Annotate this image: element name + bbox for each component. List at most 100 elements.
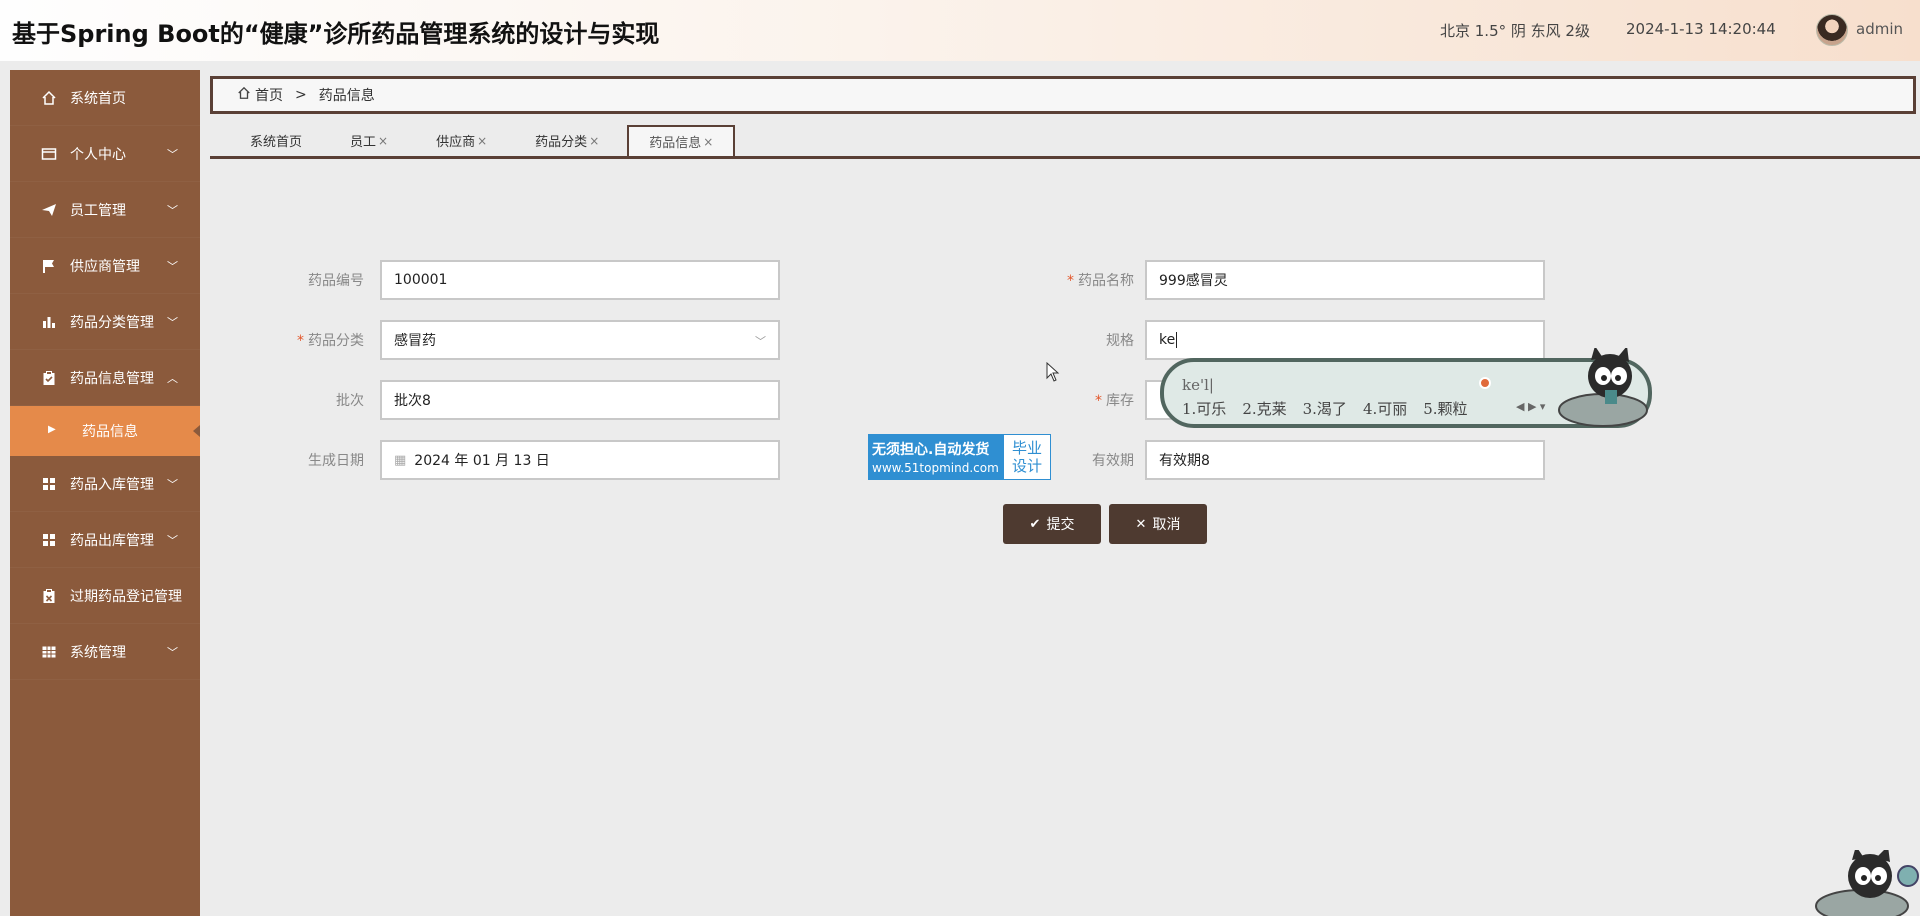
label-text: 库存 [1106, 393, 1134, 409]
ime-candidate[interactable]: 2.克莱 [1242, 400, 1286, 418]
tab-label: 系统首页 [250, 135, 303, 150]
ime-candidate[interactable]: 4.可丽 [1363, 400, 1407, 418]
sidebar-item-expired[interactable]: 过期药品登记管理 [10, 568, 200, 624]
grid-icon [40, 475, 58, 493]
tab-label: 员工 [350, 135, 377, 150]
sidebar-item-label: 个人中心 [70, 146, 126, 163]
close-icon[interactable]: × [477, 134, 487, 148]
spec-field[interactable]: ke [1145, 320, 1545, 360]
mascot-cat-icon [1815, 850, 1919, 916]
required-mark: * [1067, 273, 1074, 289]
drug-code-field[interactable]: 100001 [380, 260, 780, 300]
sidebar-item-profile[interactable]: 个人中心 ﹀ [10, 126, 200, 182]
chevron-down-icon: ﹀ [755, 335, 766, 348]
user-avatar[interactable] [1816, 14, 1848, 46]
sidebar-item-label: 供应商管理 [70, 258, 140, 275]
label-text: 生成日期 [308, 453, 364, 469]
sidebar-item-label: 员工管理 [70, 202, 126, 219]
label-text: 有效期 [1092, 453, 1134, 469]
drug-code-value: 100001 [394, 272, 448, 288]
chevron-down-icon: ﹀ [167, 646, 178, 659]
drug-name-value: 999感冒灵 [1159, 273, 1228, 289]
production-date-label: 生成日期 [244, 450, 364, 470]
batch-label: 批次 [244, 390, 364, 410]
label-text: 药品名称 [1078, 273, 1134, 289]
close-icon[interactable]: × [589, 134, 599, 148]
ad-badge: 毕业 设计 [1004, 435, 1050, 479]
drug-category-select[interactable]: 感冒药 ﹀ [380, 320, 780, 360]
drug-code-label: 药品编号 [244, 270, 364, 290]
sidebar: 系统首页 个人中心 ﹀ 员工管理 ﹀ 供应商管理 ﹀ 药品分类管理 ﹀ 药品信息… [10, 70, 200, 916]
tab-drug-info[interactable]: 药品信息 × [627, 125, 736, 156]
sidebar-item-stock-out[interactable]: 药品出库管理 ﹀ [10, 512, 200, 568]
expiry-value: 有效期8 [1159, 453, 1210, 469]
table-icon [40, 643, 58, 661]
ime-candidate[interactable]: 1.可乐 [1182, 400, 1226, 418]
ad-badge-line1: 毕业 [1011, 439, 1042, 457]
text-cursor [1176, 332, 1178, 348]
sidebar-item-drug-info[interactable]: 药品信息管理 ︿ [10, 350, 200, 406]
sidebar-item-label: 药品入库管理 [70, 476, 154, 493]
sidebar-item-home[interactable]: 系统首页 [10, 70, 200, 126]
active-indicator [193, 425, 200, 437]
breadcrumb-home[interactable]: 首页 [255, 85, 283, 105]
tab-label: 药品信息 [649, 136, 702, 151]
tab-drug-category[interactable]: 药品分类 × [515, 125, 619, 156]
chevron-down-icon: ﹀ [167, 204, 178, 217]
tab-home[interactable]: 系统首页 [230, 125, 322, 156]
sidebar-item-drug-category[interactable]: 药品分类管理 ﹀ [10, 294, 200, 350]
sidebar-item-staff[interactable]: 员工管理 ﹀ [10, 182, 200, 238]
home-icon [237, 86, 251, 104]
tab-staff[interactable]: 员工 × [330, 125, 408, 156]
weather-info: 北京 1.5° 阴 东风 2级 [1440, 22, 1590, 40]
batch-field[interactable]: 批次8 [380, 380, 780, 420]
production-date-picker[interactable]: ▦ 2024 年 01 月 13 日 [380, 440, 780, 480]
username[interactable]: admin [1856, 20, 1903, 38]
chevron-down-icon: ﹀ [167, 534, 178, 547]
mouse-cursor-icon [1046, 362, 1060, 382]
breadcrumb: 首页 > 药品信息 [210, 76, 1916, 114]
required-mark: * [297, 333, 304, 349]
ad-badge-line2: 设计 [1011, 457, 1042, 475]
ime-status-icon [1479, 377, 1491, 389]
breadcrumb-separator: > [295, 87, 307, 103]
check-icon: ✔ [1029, 516, 1041, 532]
close-icon: ✕ [1135, 516, 1147, 532]
expiry-field[interactable]: 有效期8 [1145, 440, 1545, 480]
ime-mascot-cat-icon [1558, 348, 1648, 427]
ime-candidate[interactable]: 5.颗粒 [1423, 400, 1467, 418]
submit-button[interactable]: ✔ 提交 [1003, 504, 1101, 544]
top-header: 基于Spring Boot的“健康”诊所药品管理系统的设计与实现 北京 1.5°… [0, 0, 1920, 61]
tab-label: 供应商 [436, 135, 476, 150]
sidebar-item-label: 药品出库管理 [70, 532, 154, 549]
ime-page-arrows-icon[interactable]: ◀ ▶ ▾ [1516, 400, 1545, 413]
stock-label: * 库存 [1014, 390, 1134, 410]
flag-icon [40, 257, 58, 275]
sidebar-item-system[interactable]: 系统管理 ﹀ [10, 624, 200, 680]
close-icon[interactable]: × [378, 134, 388, 148]
sidebar-subitem-drug-info[interactable]: ▶ 药品信息 [10, 406, 200, 456]
button-label: 提交 [1046, 517, 1075, 533]
spec-value: ke [1159, 332, 1176, 348]
drug-name-label: * 药品名称 [1014, 270, 1134, 290]
ime-candidate[interactable]: 3.渴了 [1303, 400, 1347, 418]
tab-label: 药品分类 [535, 135, 588, 150]
drug-name-field[interactable]: 999感冒灵 [1145, 260, 1545, 300]
chevron-down-icon: ﹀ [167, 478, 178, 491]
chevron-up-icon: ︿ [167, 372, 178, 385]
grid-icon [40, 531, 58, 549]
breadcrumb-current: 药品信息 [318, 88, 375, 104]
label-text: 药品分类 [308, 333, 364, 349]
app-title: 基于Spring Boot的“健康”诊所药品管理系统的设计与实现 [12, 20, 660, 48]
sidebar-item-stock-in[interactable]: 药品入库管理 ﹀ [10, 456, 200, 512]
cancel-button[interactable]: ✕ 取消 [1109, 504, 1207, 544]
sidebar-item-label: 系统首页 [70, 90, 126, 107]
label-text: 批次 [336, 393, 364, 409]
tab-bar: 系统首页 员工 × 供应商 × 药品分类 × 药品信息 × [210, 125, 1920, 159]
ad-line1: 无须担心.自动发货 [872, 442, 990, 458]
sidebar-subitem-label: 药品信息 [82, 424, 138, 440]
close-icon[interactable]: × [703, 135, 713, 149]
tab-supplier[interactable]: 供应商 × [416, 125, 507, 156]
sidebar-item-label: 系统管理 [70, 644, 126, 661]
sidebar-item-supplier[interactable]: 供应商管理 ﹀ [10, 238, 200, 294]
